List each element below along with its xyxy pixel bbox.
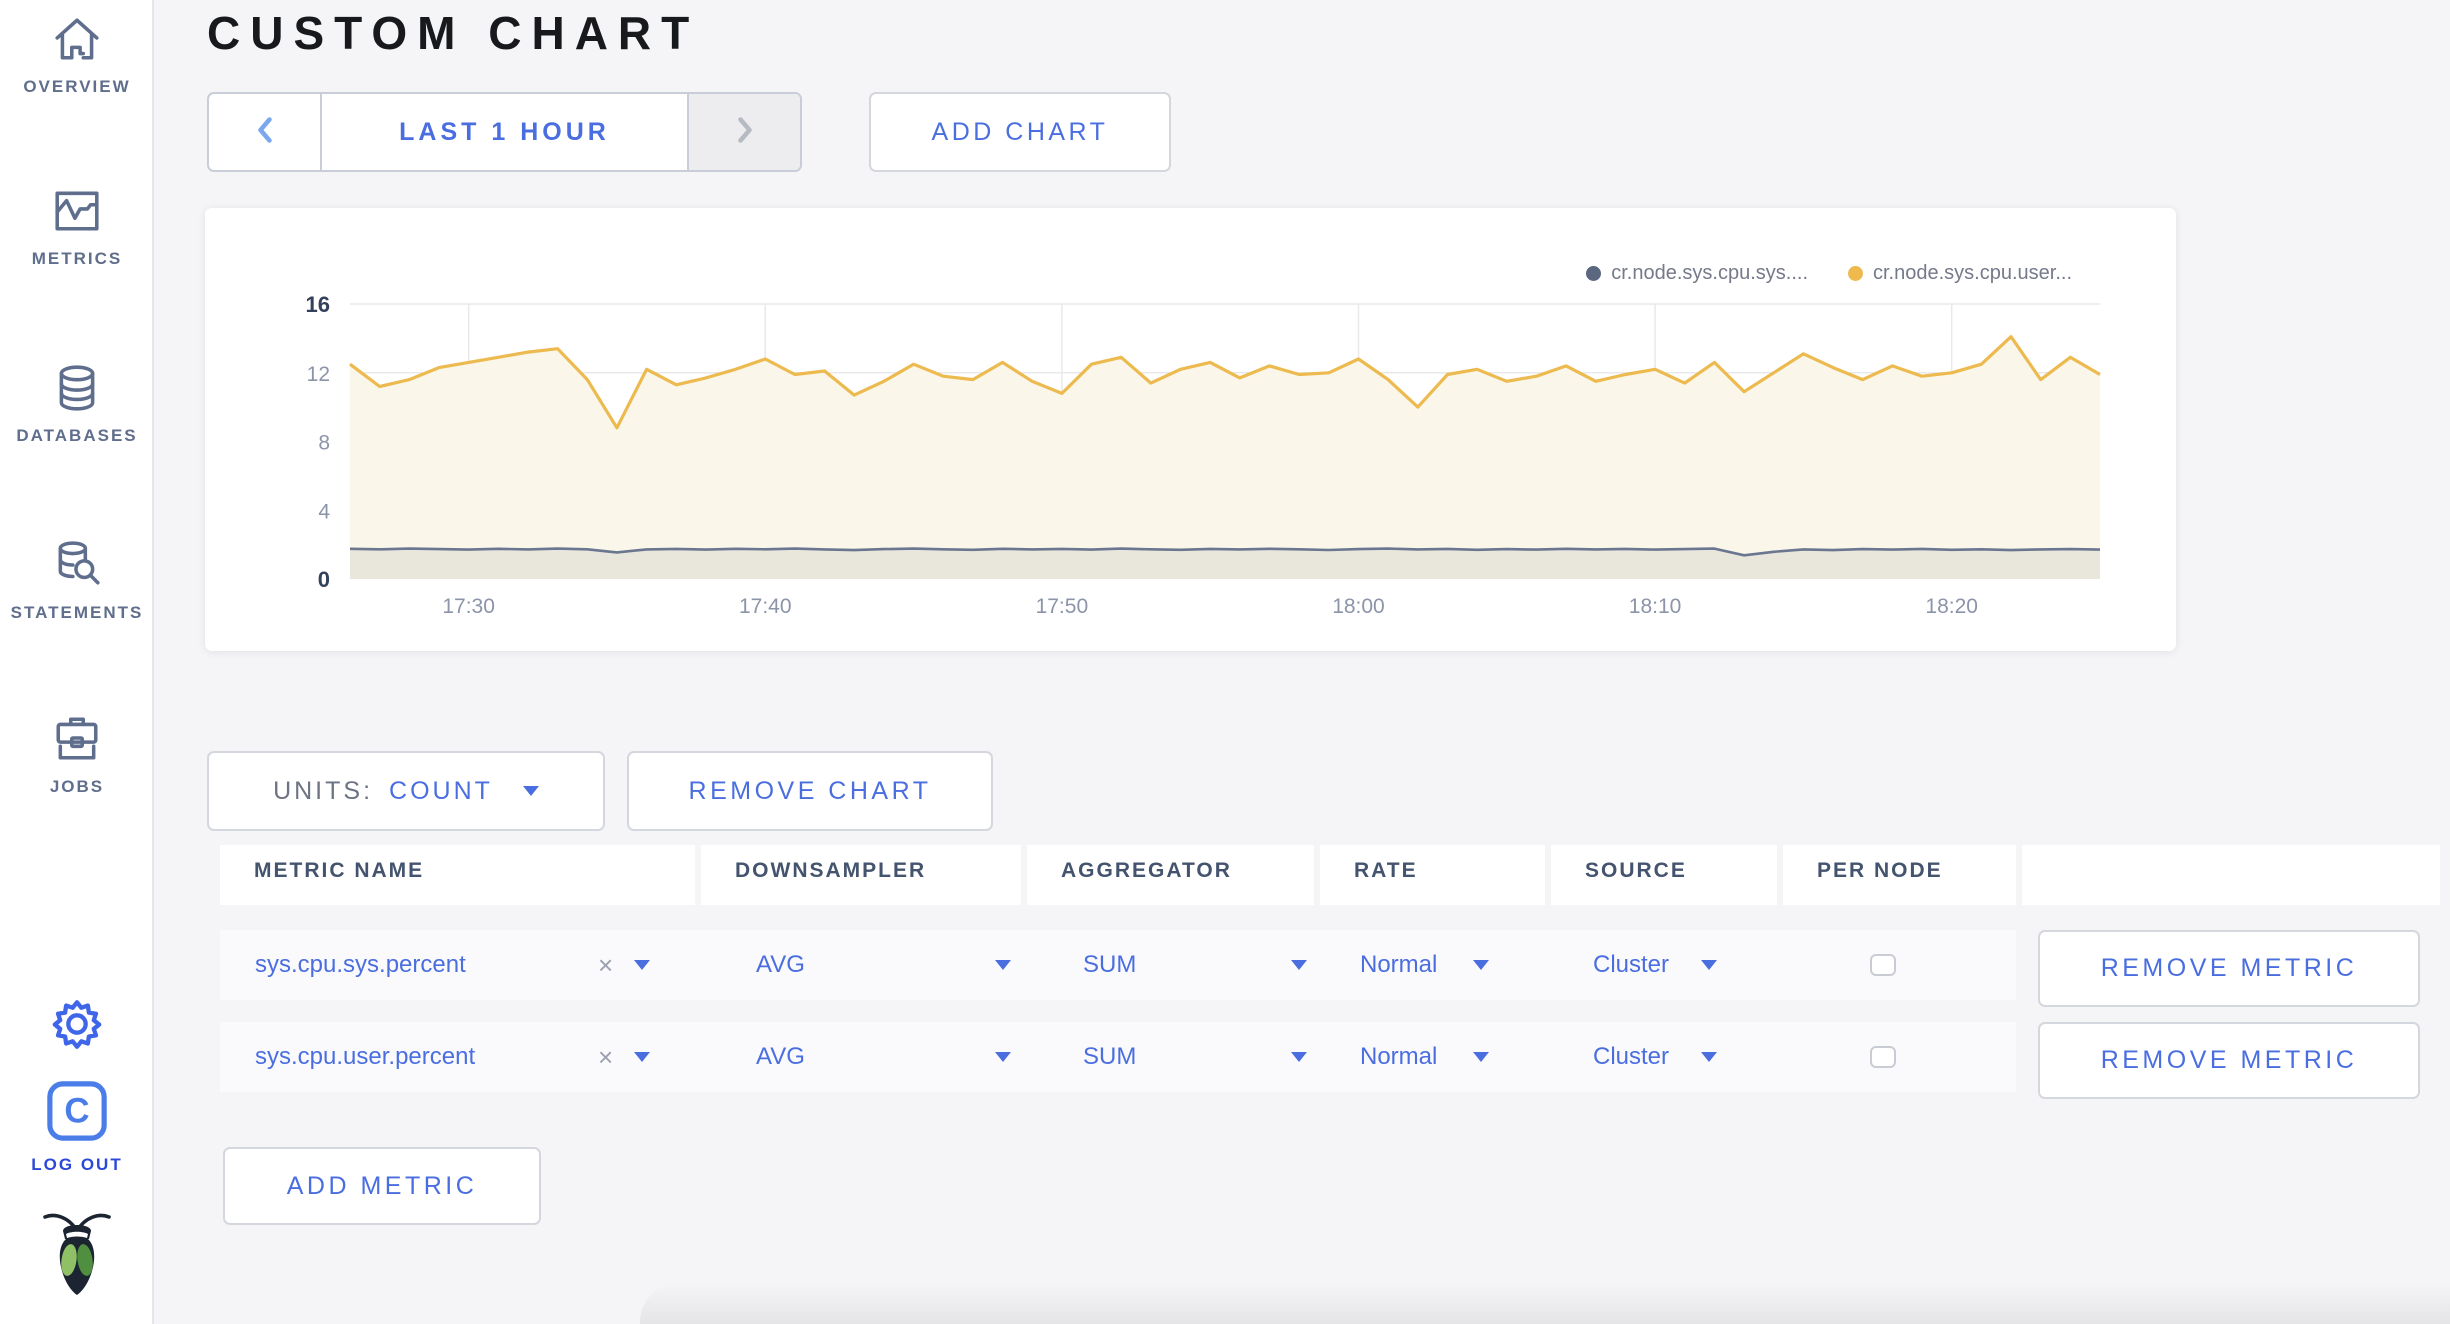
rate-dropdown[interactable]: Normal	[1360, 930, 1490, 1000]
svg-text:17:50: 17:50	[1036, 595, 1089, 618]
svg-text:17:30: 17:30	[442, 595, 495, 618]
legend-dot-user	[1848, 266, 1863, 281]
chevron-down-icon	[994, 1052, 1011, 1062]
aggregator-dropdown[interactable]: SUM	[1083, 1022, 1308, 1092]
metric-name-dropdown[interactable]	[634, 930, 650, 1000]
sidebar-item-databases[interactable]: DATABASES	[0, 363, 154, 446]
remove-metric-button[interactable]: REMOVE METRIC	[2038, 1022, 2420, 1099]
svg-text:18:10: 18:10	[1629, 595, 1682, 618]
svg-text:16: 16	[306, 292, 330, 317]
logout-button[interactable]: C LOG OUT	[0, 1080, 154, 1175]
sidebar-item-label: DATABASES	[16, 426, 138, 445]
sidebar-item-overview[interactable]: OVERVIEW	[0, 14, 154, 97]
home-icon	[52, 18, 102, 68]
settings-button[interactable]	[0, 998, 154, 1055]
svg-text:18:00: 18:00	[1332, 595, 1385, 618]
source-dropdown[interactable]: Cluster	[1593, 1022, 1718, 1092]
metric-name-dropdown[interactable]	[634, 1022, 650, 1092]
bottom-scroll-shadow	[640, 1282, 2450, 1324]
sidebar-item-label: JOBS	[49, 777, 105, 796]
units-label: UNITS:	[273, 776, 374, 805]
col-header-per-node: PER NODE	[1783, 845, 2016, 905]
chevron-down-icon	[1473, 1052, 1490, 1062]
metric-name-value[interactable]: sys.cpu.user.percent	[255, 1022, 475, 1092]
per-node-checkbox[interactable]	[1870, 954, 1896, 976]
table-row: sys.cpu.sys.percent × AVG SUM Normal Clu…	[220, 930, 2016, 1000]
metrics-graph-icon	[52, 191, 102, 240]
sidebar-item-label: STATEMENTS	[10, 603, 144, 622]
col-header-aggregator: AGGREGATOR	[1027, 845, 1314, 905]
sidebar-item-label: OVERVIEW	[23, 77, 131, 96]
svg-text:17:40: 17:40	[739, 595, 792, 618]
col-header-metric-name: METRIC NAME	[220, 845, 695, 905]
chevron-right-icon	[734, 115, 756, 150]
add-metric-button[interactable]: ADD METRIC	[223, 1147, 541, 1225]
briefcase-icon	[52, 717, 102, 768]
legend-label: cr.node.sys.cpu.sys....	[1611, 262, 1808, 284]
legend-entry[interactable]: cr.node.sys.cpu.sys....	[1586, 262, 1808, 285]
source-dropdown[interactable]: Cluster	[1593, 930, 1718, 1000]
chevron-down-icon	[1291, 960, 1308, 970]
sidebar-item-statements[interactable]: STATEMENTS	[0, 540, 154, 623]
col-header-actions	[2022, 845, 2440, 905]
legend-label: cr.node.sys.cpu.user...	[1873, 262, 2072, 284]
chevron-down-icon	[1701, 1052, 1718, 1062]
legend-dot-sys	[1586, 266, 1602, 281]
cockroach-c-icon: C	[46, 1081, 108, 1146]
svg-text:4: 4	[318, 500, 330, 523]
chevron-down-icon	[522, 786, 539, 796]
custom-chart-page: OVERVIEW METRICS DATABASES STATEMENTS JO…	[0, 0, 2450, 1324]
per-node-checkbox[interactable]	[1870, 1046, 1896, 1068]
col-header-source: SOURCE	[1551, 845, 1777, 905]
chevron-down-icon	[1291, 1052, 1308, 1062]
chart-card: cr.node.sys.cpu.sys.... cr.node.sys.cpu.…	[205, 208, 2176, 651]
sidebar-item-label: METRICS	[31, 249, 123, 268]
chevron-down-icon	[1473, 960, 1490, 970]
time-range-next-button[interactable]	[687, 94, 800, 170]
downsampler-dropdown[interactable]: AVG	[756, 930, 1011, 1000]
chevron-down-icon	[1701, 960, 1718, 970]
chevron-down-icon	[634, 960, 650, 970]
legend-entry[interactable]: cr.node.sys.cpu.user...	[1848, 262, 2072, 285]
page-title: CUSTOM CHART	[207, 7, 700, 59]
svg-text:18:20: 18:20	[1925, 595, 1978, 618]
gear-icon	[51, 1000, 103, 1054]
table-row: sys.cpu.user.percent × AVG SUM Normal Cl…	[220, 1022, 2016, 1092]
chart-legend: cr.node.sys.cpu.sys.... cr.node.sys.cpu.…	[1586, 262, 2072, 285]
sidebar: OVERVIEW METRICS DATABASES STATEMENTS JO…	[0, 0, 154, 1324]
units-value: COUNT	[389, 776, 493, 805]
svg-text:C: C	[64, 1092, 89, 1131]
database-icon	[52, 365, 102, 417]
chevron-down-icon	[634, 1052, 650, 1062]
cockroach-bug-icon	[41, 1213, 113, 1305]
remove-metric-button[interactable]: REMOVE METRIC	[2038, 930, 2420, 1007]
units-dropdown[interactable]: UNITS: COUNT	[207, 751, 605, 831]
svg-text:8: 8	[318, 432, 330, 455]
cockroach-bug-logo	[0, 1205, 154, 1306]
time-range-selector: LAST 1 HOUR	[207, 92, 802, 172]
svg-text:12: 12	[307, 363, 330, 386]
chevron-left-icon	[254, 115, 276, 150]
time-range-label[interactable]: LAST 1 HOUR	[322, 94, 687, 170]
chevron-down-icon	[994, 960, 1011, 970]
logout-label: LOG OUT	[31, 1155, 123, 1174]
downsampler-dropdown[interactable]: AVG	[756, 1022, 1011, 1092]
sidebar-item-metrics[interactable]: METRICS	[0, 186, 154, 269]
clear-metric-icon[interactable]: ×	[598, 1022, 613, 1092]
rate-dropdown[interactable]: Normal	[1360, 1022, 1490, 1092]
col-header-rate: RATE	[1320, 845, 1545, 905]
clear-metric-icon[interactable]: ×	[598, 930, 613, 1000]
add-chart-button[interactable]: ADD CHART	[869, 92, 1171, 172]
remove-chart-button[interactable]: REMOVE CHART	[627, 751, 993, 831]
sidebar-item-jobs[interactable]: JOBS	[0, 714, 154, 797]
database-search-icon	[52, 541, 102, 594]
col-header-downsampler: DOWNSAMPLER	[701, 845, 1021, 905]
time-range-prev-button[interactable]	[209, 94, 322, 170]
svg-text:0: 0	[318, 567, 330, 592]
metric-name-value[interactable]: sys.cpu.sys.percent	[255, 930, 466, 1000]
aggregator-dropdown[interactable]: SUM	[1083, 930, 1308, 1000]
